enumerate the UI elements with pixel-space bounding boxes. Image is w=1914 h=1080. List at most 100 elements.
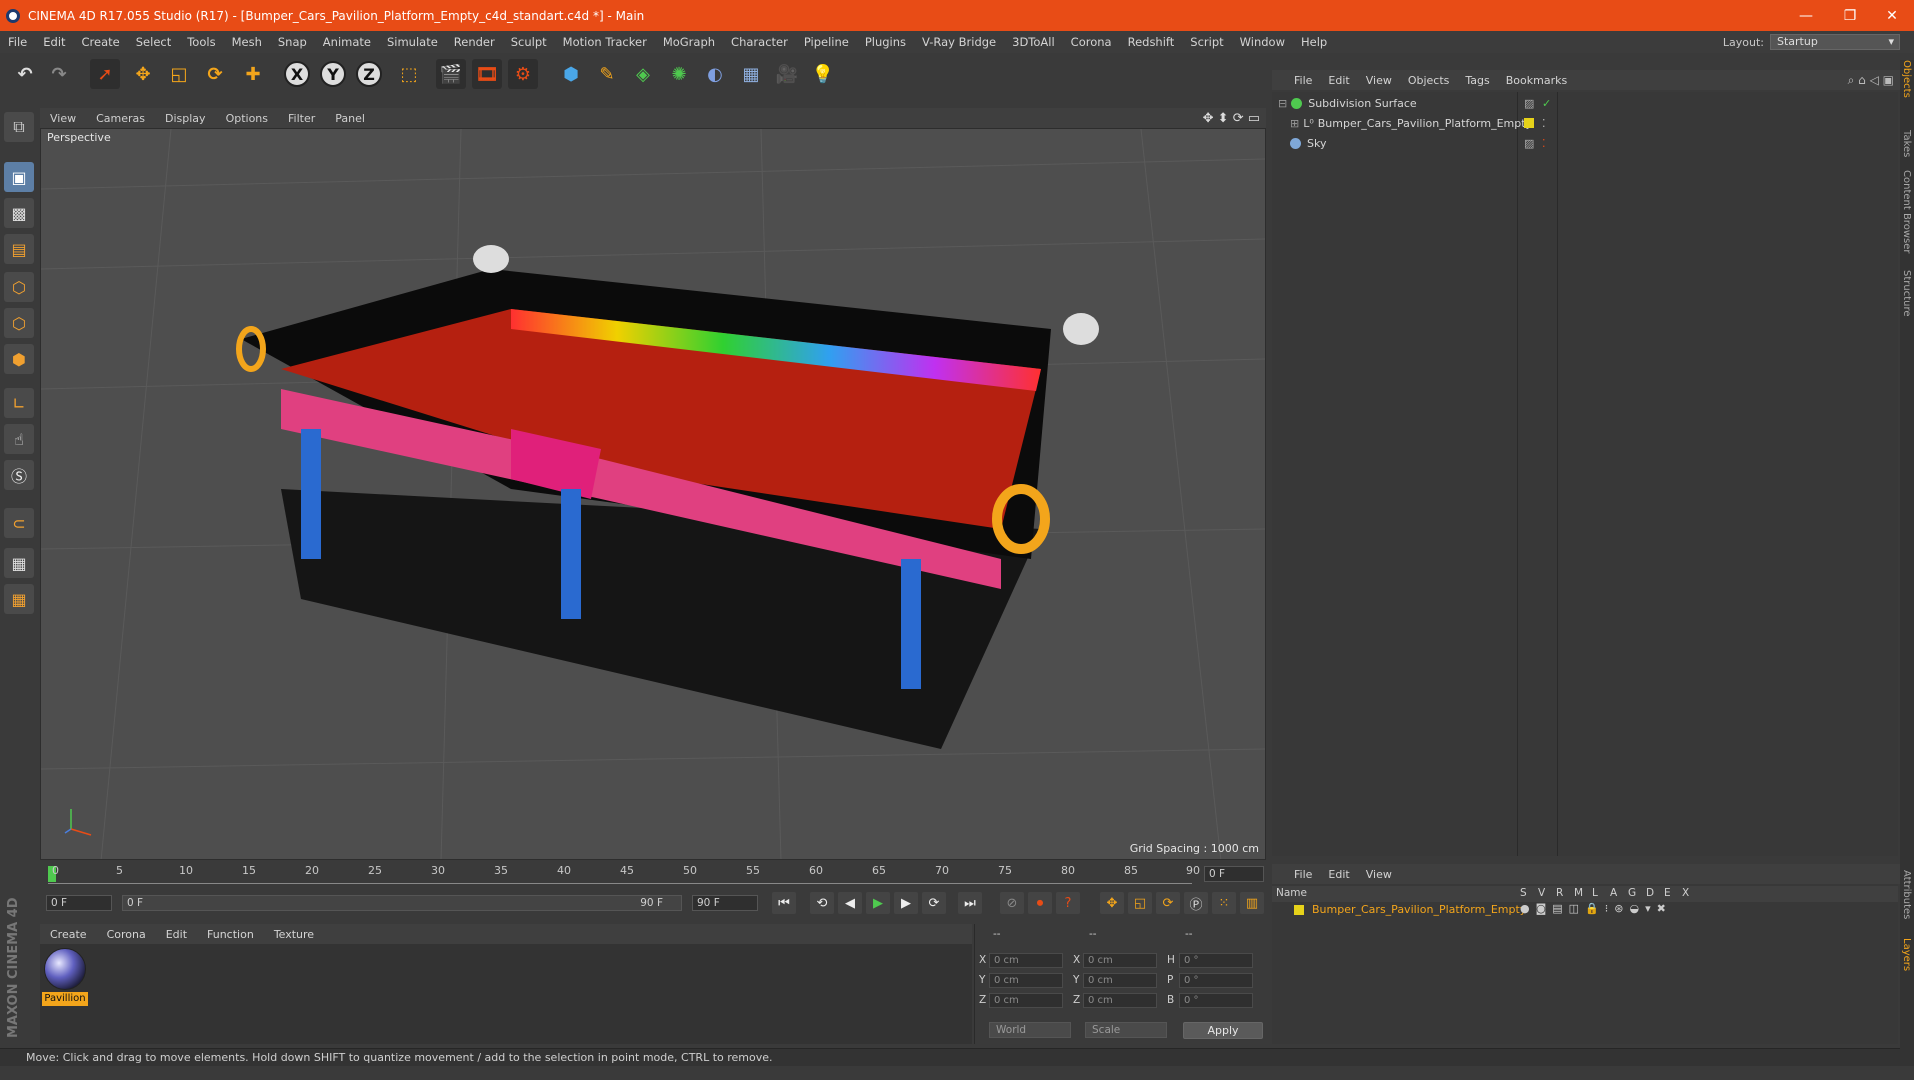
viewport-menu-display[interactable]: Display <box>155 112 216 125</box>
tab-layers[interactable]: Layers <box>1901 938 1912 971</box>
minimize-button[interactable]: — <box>1786 0 1826 31</box>
lm-menu-file[interactable]: File <box>1286 868 1320 881</box>
record-keys-icon[interactable]: ⊘ <box>1000 892 1024 914</box>
previous-frame-icon[interactable]: ◀ <box>838 892 862 914</box>
size-x-field[interactable]: 0 cm <box>1083 953 1157 968</box>
tab-content-browser[interactable]: Content Browser <box>1901 170 1912 253</box>
perspective-viewport[interactable]: Perspective Grid Spacing : 1000 cm <box>40 128 1266 860</box>
scale-tool-icon[interactable]: ◱ <box>164 59 194 89</box>
transform-tool-icon[interactable]: ✚ <box>238 59 268 89</box>
material-menu-texture[interactable]: Texture <box>264 928 324 941</box>
object-row-bumper-cars[interactable]: ⊞ L⁰ Bumper_Cars_Pavilion_Platform_Empty… <box>1272 114 1898 132</box>
next-frame-icon[interactable]: ▶ <box>894 892 918 914</box>
menu-window[interactable]: Window <box>1232 35 1293 49</box>
move-tool-icon[interactable]: ✥ <box>128 59 158 89</box>
size-z-field[interactable]: 0 cm <box>1083 993 1157 1008</box>
menu-animate[interactable]: Animate <box>315 35 379 49</box>
visibility-toggle-icon[interactable]: ▨ <box>1524 97 1534 110</box>
viewport-menu-options[interactable]: Options <box>216 112 278 125</box>
deformer-icon[interactable]: ◐ <box>700 59 730 89</box>
redo-icon[interactable]: ↷ <box>44 59 74 89</box>
go-to-end-icon[interactable]: ⏭ <box>958 892 982 914</box>
menu-sculpt[interactable]: Sculpt <box>503 35 555 49</box>
menu-mesh[interactable]: Mesh <box>224 35 270 49</box>
scale-key-icon[interactable]: ◱ <box>1128 892 1152 914</box>
viewport-menu-filter[interactable]: Filter <box>278 112 325 125</box>
size-y-field[interactable]: 0 cm <box>1083 973 1157 988</box>
camera-icon[interactable]: 🎥 <box>772 59 802 89</box>
menu-render[interactable]: Render <box>446 35 503 49</box>
timeline-ruler[interactable]: 0 5 10 15 20 25 30 35 40 45 50 55 60 65 … <box>40 862 1266 886</box>
layer-row[interactable]: Bumper_Cars_Pavilion_Platform_Empty ●◙▤◫… <box>1272 902 1898 918</box>
render-settings-icon[interactable]: ⚙ <box>508 59 538 89</box>
search-icon[interactable]: ⌕ ⌂ ◁ ▣ <box>1848 73 1894 88</box>
viewport-menu-view[interactable]: View <box>40 112 86 125</box>
coordinate-mode-select[interactable]: World <box>989 1022 1071 1038</box>
om-menu-objects[interactable]: Objects <box>1400 74 1458 87</box>
menu-snap[interactable]: Snap <box>270 35 315 49</box>
texture-mode-icon[interactable]: ▩ <box>4 198 34 228</box>
menu-pipeline[interactable]: Pipeline <box>796 35 857 49</box>
go-to-start-icon[interactable]: ⏮ <box>772 892 796 914</box>
z-axis-lock-button[interactable]: Z <box>356 61 382 87</box>
material-menu-function[interactable]: Function <box>197 928 264 941</box>
tweak-mode-icon[interactable]: ☝ <box>4 424 34 454</box>
position-z-field[interactable]: 0 cm <box>989 993 1063 1008</box>
menu-character[interactable]: Character <box>723 35 796 49</box>
timeline-window-icon[interactable]: ▥ <box>1240 892 1264 914</box>
end-frame-field[interactable]: 90 F <box>692 895 758 911</box>
enabled-check-icon[interactable]: ✓ <box>1542 97 1551 110</box>
viewport-nav-icon[interactable]: ✥ ⬍ ⟳ ▭ <box>1203 111 1260 126</box>
om-menu-view[interactable]: View <box>1358 74 1400 87</box>
live-selection-icon[interactable]: ➚ <box>90 59 120 89</box>
material-name[interactable]: Pavillion <box>42 992 88 1006</box>
magnet-icon[interactable]: ⊂ <box>4 508 34 538</box>
undo-icon[interactable]: ↶ <box>10 59 40 89</box>
menu-create[interactable]: Create <box>74 35 128 49</box>
rotate-tool-icon[interactable]: ⟳ <box>200 59 230 89</box>
start-frame-field[interactable]: 0 F <box>46 895 112 911</box>
keyframe-selection-icon[interactable]: ? <box>1056 892 1080 914</box>
material-preview[interactable] <box>44 948 86 990</box>
rotation-h-field[interactable]: 0 ° <box>1179 953 1253 968</box>
menu-tools[interactable]: Tools <box>179 35 223 49</box>
om-menu-bookmarks[interactable]: Bookmarks <box>1498 74 1575 87</box>
menu-redshift[interactable]: Redshift <box>1120 35 1183 49</box>
model-mode-icon[interactable]: ▣ <box>4 162 34 192</box>
make-editable-icon[interactable]: ⧉ <box>4 112 34 142</box>
tab-attributes[interactable]: Attributes <box>1901 870 1912 919</box>
menu-file[interactable]: File <box>0 35 35 49</box>
parameter-key-icon[interactable]: Ⓟ <box>1184 892 1208 914</box>
previous-key-icon[interactable]: ⟲ <box>810 892 834 914</box>
menu-plugins[interactable]: Plugins <box>857 35 914 49</box>
menu-motion-tracker[interactable]: Motion Tracker <box>555 35 655 49</box>
subdivision-surface-icon[interactable]: ◈ <box>628 59 658 89</box>
maximize-button[interactable]: ❐ <box>1830 0 1870 31</box>
menu-edit[interactable]: Edit <box>35 35 73 49</box>
point-level-key-icon[interactable]: ⁙ <box>1212 892 1236 914</box>
lm-menu-view[interactable]: View <box>1358 868 1400 881</box>
viewport-menu-cameras[interactable]: Cameras <box>86 112 155 125</box>
tab-takes[interactable]: Takes <box>1901 130 1912 157</box>
object-row-subdivision-surface[interactable]: ⊟ Subdivision Surface ▨ ✓ <box>1272 94 1898 112</box>
material-menu-edit[interactable]: Edit <box>156 928 197 941</box>
om-menu-edit[interactable]: Edit <box>1320 74 1357 87</box>
rotation-p-field[interactable]: 0 ° <box>1179 973 1253 988</box>
axis-mode-icon[interactable]: ∟ <box>4 388 34 418</box>
pen-spline-icon[interactable]: ✎ <box>592 59 622 89</box>
edges-mode-icon[interactable]: ⬡ <box>4 308 34 338</box>
menu-help[interactable]: Help <box>1293 35 1335 49</box>
layer-color-tag-icon[interactable] <box>1524 118 1534 128</box>
tab-structure[interactable]: Structure <box>1901 270 1912 317</box>
position-y-field[interactable]: 0 cm <box>989 973 1063 988</box>
x-axis-lock-button[interactable]: X <box>284 61 310 87</box>
visibility-dots-icon[interactable]: ⁚ <box>1542 137 1546 150</box>
om-menu-tags[interactable]: Tags <box>1457 74 1497 87</box>
tab-objects[interactable]: Objects <box>1901 60 1912 98</box>
expand-icon[interactable]: ⊟ <box>1278 97 1287 110</box>
menu-vray-bridge[interactable]: V-Ray Bridge <box>914 35 1004 49</box>
array-generator-icon[interactable]: ✺ <box>664 59 694 89</box>
layout-select[interactable]: Startup <box>1770 34 1900 50</box>
floor-environment-icon[interactable]: ▦ <box>736 59 766 89</box>
rotation-key-icon[interactable]: ⟳ <box>1156 892 1180 914</box>
